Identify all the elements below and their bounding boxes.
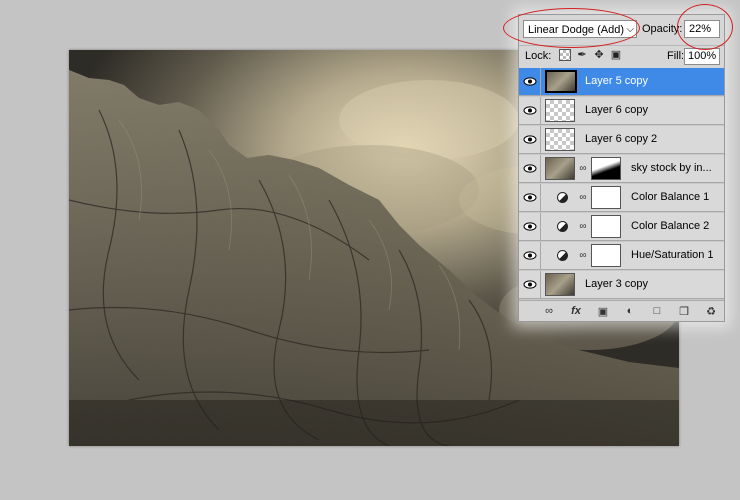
layer-row[interactable]: ∞ Hue/Saturation 1 [519,242,724,270]
layers-panel-footer: ∞ fx ▣ ◐ □ ❐ ♻ [519,300,724,321]
eye-icon [523,193,536,202]
eye-icon [523,135,536,144]
layer-row[interactable]: Layer 6 copy [519,97,724,125]
layer-row[interactable]: ∞ Color Balance 1 [519,184,724,212]
visibility-toggle[interactable] [519,68,541,95]
layer-name: Color Balance 1 [631,191,710,203]
adjustment-layer-icon [557,221,568,232]
layer-thumbnail [545,99,575,122]
lock-row: Lock: ✒ ✥ ▣ Fill: 100% [519,45,724,68]
layer-name: Layer 5 copy [585,75,648,87]
layer-thumbnail [545,70,577,93]
eye-icon [523,77,536,86]
layer-name: Layer 6 copy [585,104,648,116]
layer-row[interactable]: ∞ Color Balance 2 [519,213,724,241]
layer-mask-thumbnail[interactable] [591,186,621,209]
fill-field[interactable]: 100% [684,48,720,65]
eye-icon [523,222,536,231]
layer-name: sky stock by in... [631,162,712,174]
eye-icon [523,251,536,260]
layer-name: Color Balance 2 [631,220,710,232]
eye-icon [523,280,536,289]
new-layer-icon[interactable]: ❐ [672,303,696,319]
chain-link-icon[interactable]: ∞ [579,250,587,261]
new-group-folder-icon[interactable]: □ [645,303,669,319]
layer-mask-thumbnail[interactable] [591,157,621,180]
layer-row[interactable]: Layer 6 copy 2 [519,126,724,154]
layers-panel: Linear Dodge (Add) ⌵ Opacity: 22% Lock: … [518,14,725,322]
layer-row[interactable]: Layer 3 copy [519,271,724,299]
chain-link-icon[interactable]: ∞ [579,163,587,174]
adjustment-layer-icon [557,192,568,203]
visibility-toggle[interactable] [519,271,541,298]
layer-name: Layer 6 copy 2 [585,133,658,145]
visibility-toggle[interactable] [519,213,541,240]
layer-style-fx-icon[interactable]: fx [564,303,588,319]
layer-name: Layer 3 copy [585,278,648,290]
lock-label: Lock: [525,50,552,62]
blend-mode-highlight-circle [503,8,640,48]
layer-row[interactable]: Layer 5 copy [519,68,724,96]
new-adjustment-layer-icon[interactable]: ◐ [618,303,642,319]
opacity-highlight-circle [677,4,733,50]
delete-layer-trash-icon[interactable]: ♻ [699,303,723,319]
eye-icon [523,164,536,173]
layer-thumbnail [545,273,575,296]
link-layers-icon[interactable]: ∞ [537,303,561,319]
chain-link-icon[interactable]: ∞ [579,192,587,203]
visibility-toggle[interactable] [519,242,541,269]
eye-icon [523,106,536,115]
layer-list: Layer 5 copy Layer 6 copy Layer 6 copy 2… [519,68,724,300]
layer-thumbnail [545,128,575,151]
lock-transparency-icon[interactable] [559,49,571,61]
lock-paint-brush-icon[interactable]: ✒ [576,49,588,61]
visibility-toggle[interactable] [519,184,541,211]
lock-all-padlock-icon[interactable]: ▣ [610,49,622,61]
add-mask-icon[interactable]: ▣ [591,303,615,319]
layer-mask-thumbnail[interactable] [591,215,621,238]
fill-label: Fill: [667,50,685,62]
adjustment-layer-icon [557,250,568,261]
visibility-toggle[interactable] [519,155,541,182]
layer-row[interactable]: ∞ sky stock by in... [519,155,724,183]
chain-link-icon[interactable]: ∞ [579,221,587,232]
layer-mask-thumbnail[interactable] [591,244,621,267]
lock-position-move-icon[interactable]: ✥ [593,49,605,61]
visibility-toggle[interactable] [519,126,541,153]
layer-thumbnail [545,157,575,180]
layer-name: Hue/Saturation 1 [631,249,714,261]
visibility-toggle[interactable] [519,97,541,124]
